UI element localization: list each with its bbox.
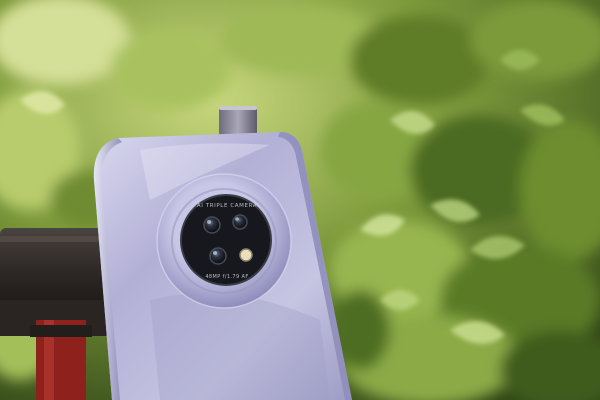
photo-illustration: AI TRIPLE CAMERA 48MP f/1.79 AF (0, 0, 600, 400)
top-right-lens-icon (232, 214, 248, 230)
camera-text-bottom: 48MP f/1.79 AF (205, 274, 248, 280)
top-left-lens-icon (203, 216, 221, 234)
camera-text-top: AI TRIPLE CAMERA (197, 203, 257, 209)
pop-up-camera (219, 106, 257, 136)
bottom-left-lens-icon (209, 247, 227, 265)
photo-scene: AI TRIPLE CAMERA 48MP f/1.79 AF (0, 0, 600, 400)
flash-icon (239, 248, 253, 262)
